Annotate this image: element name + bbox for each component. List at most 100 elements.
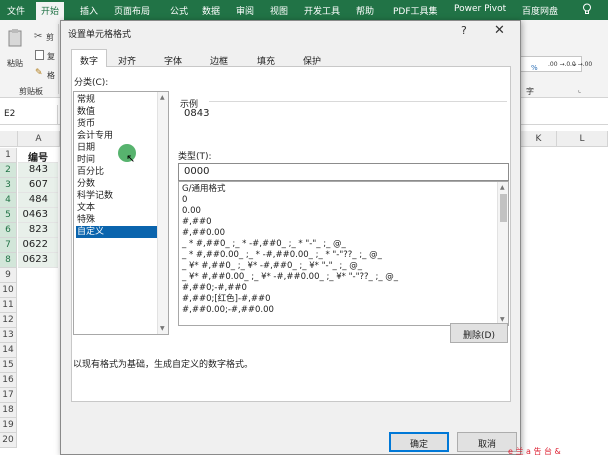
row-header[interactable]: 6 — [0, 223, 17, 238]
close-icon[interactable]: ✕ — [494, 23, 505, 38]
row-header[interactable]: 13 — [0, 328, 17, 343]
tab-data[interactable]: 数据 — [202, 4, 220, 17]
list-item[interactable]: 0.00 — [182, 206, 201, 217]
list-item[interactable]: 会计专用 — [76, 130, 157, 142]
format-painter-label[interactable]: 格 — [47, 70, 55, 81]
list-item[interactable]: #,##0;-#,##0 — [182, 283, 247, 294]
row-header[interactable]: 3 — [0, 178, 17, 193]
row-header[interactable]: 16 — [0, 373, 17, 388]
tab-home[interactable]: 开始 — [36, 2, 65, 20]
dialog-launcher-icon[interactable]: ⌞ — [578, 86, 581, 94]
tab-power-pivot[interactable]: Power Pivot — [454, 4, 506, 14]
select-all-corner[interactable] — [0, 131, 18, 147]
row-header[interactable]: 7 — [0, 238, 17, 253]
cut-label[interactable]: 剪 — [46, 32, 54, 43]
list-item[interactable]: 百分比 — [76, 166, 157, 178]
list-item[interactable]: #,##0.00 — [182, 228, 225, 239]
type-input[interactable]: 0000 — [178, 163, 509, 181]
list-item[interactable]: 时间 — [76, 154, 157, 166]
percent-icon[interactable]: % — [531, 64, 538, 72]
row-header[interactable]: 4 — [0, 193, 17, 208]
list-item[interactable]: 科学记数 — [76, 190, 157, 202]
table-cell[interactable]: 0623 — [18, 253, 58, 268]
cut-icon[interactable]: ✂ — [34, 31, 42, 42]
chevron-up-icon[interactable]: ▲ — [500, 184, 505, 191]
increase-decimal-button[interactable]: .00 →.0 — [548, 61, 570, 68]
decrease-decimal-button[interactable]: .0 →.00 — [570, 61, 592, 68]
tab-border[interactable]: 边框 — [201, 49, 237, 67]
row-header[interactable]: 10 — [0, 283, 17, 298]
copy-label[interactable]: 复 — [47, 51, 55, 62]
tab-fill[interactable]: 填充 — [248, 49, 284, 67]
list-item[interactable]: #,##0 — [182, 217, 211, 228]
column-header-k[interactable]: K — [521, 131, 557, 147]
list-item[interactable]: 分数 — [76, 178, 157, 190]
row-header[interactable]: 1 — [0, 148, 17, 163]
format-code-list[interactable]: G/通用格式 0 0.00 #,##0 #,##0.00 _ * #,##0_ … — [178, 181, 509, 326]
list-item[interactable]: _ ¥* #,##0.00_ ;_ ¥* -#,##0.00_ ;_ ¥* "-… — [182, 272, 398, 283]
row-header[interactable]: 15 — [0, 358, 17, 373]
tab-baidu-netdisk[interactable]: 百度网盘 — [522, 4, 558, 17]
list-item[interactable]: 文本 — [76, 202, 157, 214]
row-header[interactable]: 2 — [0, 163, 17, 178]
row-header[interactable]: 19 — [0, 418, 17, 433]
tab-formulas[interactable]: 公式 — [170, 4, 188, 17]
chevron-up-icon[interactable]: ▲ — [160, 94, 165, 101]
list-item[interactable]: _ * #,##0.00_ ;_ * -#,##0.00_ ;_ * "-"??… — [182, 250, 382, 261]
table-cell[interactable]: 843 — [18, 163, 58, 178]
header-cell[interactable]: 编号 — [18, 148, 58, 164]
list-item[interactable]: 日期 — [76, 142, 157, 154]
list-item[interactable]: #,##0;[红色]-#,##0 — [182, 294, 271, 305]
tab-developer[interactable]: 开发工具 — [304, 4, 340, 17]
column-header-l[interactable]: L — [557, 131, 608, 147]
row-header[interactable]: 9 — [0, 268, 17, 283]
table-cell[interactable]: 0622 — [18, 238, 58, 253]
format-painter-icon[interactable]: ✎ — [35, 68, 43, 78]
copy-icon[interactable] — [35, 50, 44, 60]
lightbulb-icon[interactable] — [582, 3, 592, 15]
chevron-down-icon[interactable]: ▼ — [160, 325, 165, 332]
list-item[interactable]: 常规 — [76, 94, 157, 106]
list-item[interactable]: _ * #,##0_ ;_ * -#,##0_ ;_ * "-"_ ;_ @_ — [182, 239, 346, 250]
row-header[interactable]: 18 — [0, 403, 17, 418]
tab-file[interactable]: 文件 — [7, 4, 25, 17]
tab-view[interactable]: 视图 — [270, 4, 288, 17]
chevron-down-icon[interactable]: ▼ — [500, 316, 505, 323]
name-box[interactable]: E2 — [0, 105, 58, 125]
category-scrollbar[interactable]: ▲ ▼ — [157, 92, 168, 334]
delete-button[interactable]: 删除(D) — [450, 323, 508, 343]
table-cell[interactable]: 0463 — [18, 208, 58, 223]
format-list-scrollbar[interactable]: ▲ ▼ — [497, 182, 508, 325]
ok-button[interactable]: 确定 — [389, 432, 449, 452]
row-header[interactable]: 5 — [0, 208, 17, 223]
tab-font[interactable]: 字体 — [155, 49, 191, 67]
row-header[interactable]: 11 — [0, 298, 17, 313]
list-item[interactable]: 数值 — [76, 106, 157, 118]
row-header[interactable]: 17 — [0, 388, 17, 403]
list-item[interactable]: 0 — [182, 195, 187, 206]
table-cell[interactable]: 484 — [18, 193, 58, 208]
column-header-a[interactable]: A — [18, 131, 60, 147]
tab-number[interactable]: 数字 — [71, 49, 107, 68]
row-header[interactable]: 14 — [0, 343, 17, 358]
list-item[interactable]: #,##0.00;-#,##0.00 — [182, 305, 274, 316]
tab-insert[interactable]: 插入 — [80, 4, 98, 17]
category-list[interactable]: 常规 数值 货币 会计专用 日期 时间 百分比 分数 科学记数 文本 特殊 自定… — [73, 91, 169, 335]
list-item[interactable]: _ ¥* #,##0_ ;_ ¥* -#,##0_ ;_ ¥* "-"_ ;_ … — [182, 261, 362, 272]
tab-pdf-tools[interactable]: PDF工具集 — [393, 4, 438, 17]
list-item-selected[interactable]: 自定义 — [76, 226, 157, 238]
tab-alignment[interactable]: 对齐 — [109, 49, 145, 67]
paste-icon[interactable] — [7, 28, 23, 48]
help-button[interactable]: ? — [461, 24, 467, 37]
row-header[interactable]: 20 — [0, 433, 17, 448]
tab-page-layout[interactable]: 页面布局 — [114, 4, 150, 17]
list-item[interactable]: 货币 — [76, 118, 157, 130]
tab-help[interactable]: 帮助 — [356, 4, 374, 17]
scroll-thumb[interactable] — [500, 194, 507, 222]
row-header[interactable]: 8 — [0, 253, 17, 268]
paste-label[interactable]: 粘贴 — [7, 58, 23, 69]
tab-protection[interactable]: 保护 — [294, 49, 330, 67]
list-item[interactable]: 特殊 — [76, 214, 157, 226]
tab-review[interactable]: 审阅 — [236, 4, 254, 17]
table-cell[interactable]: 607 — [18, 178, 58, 193]
